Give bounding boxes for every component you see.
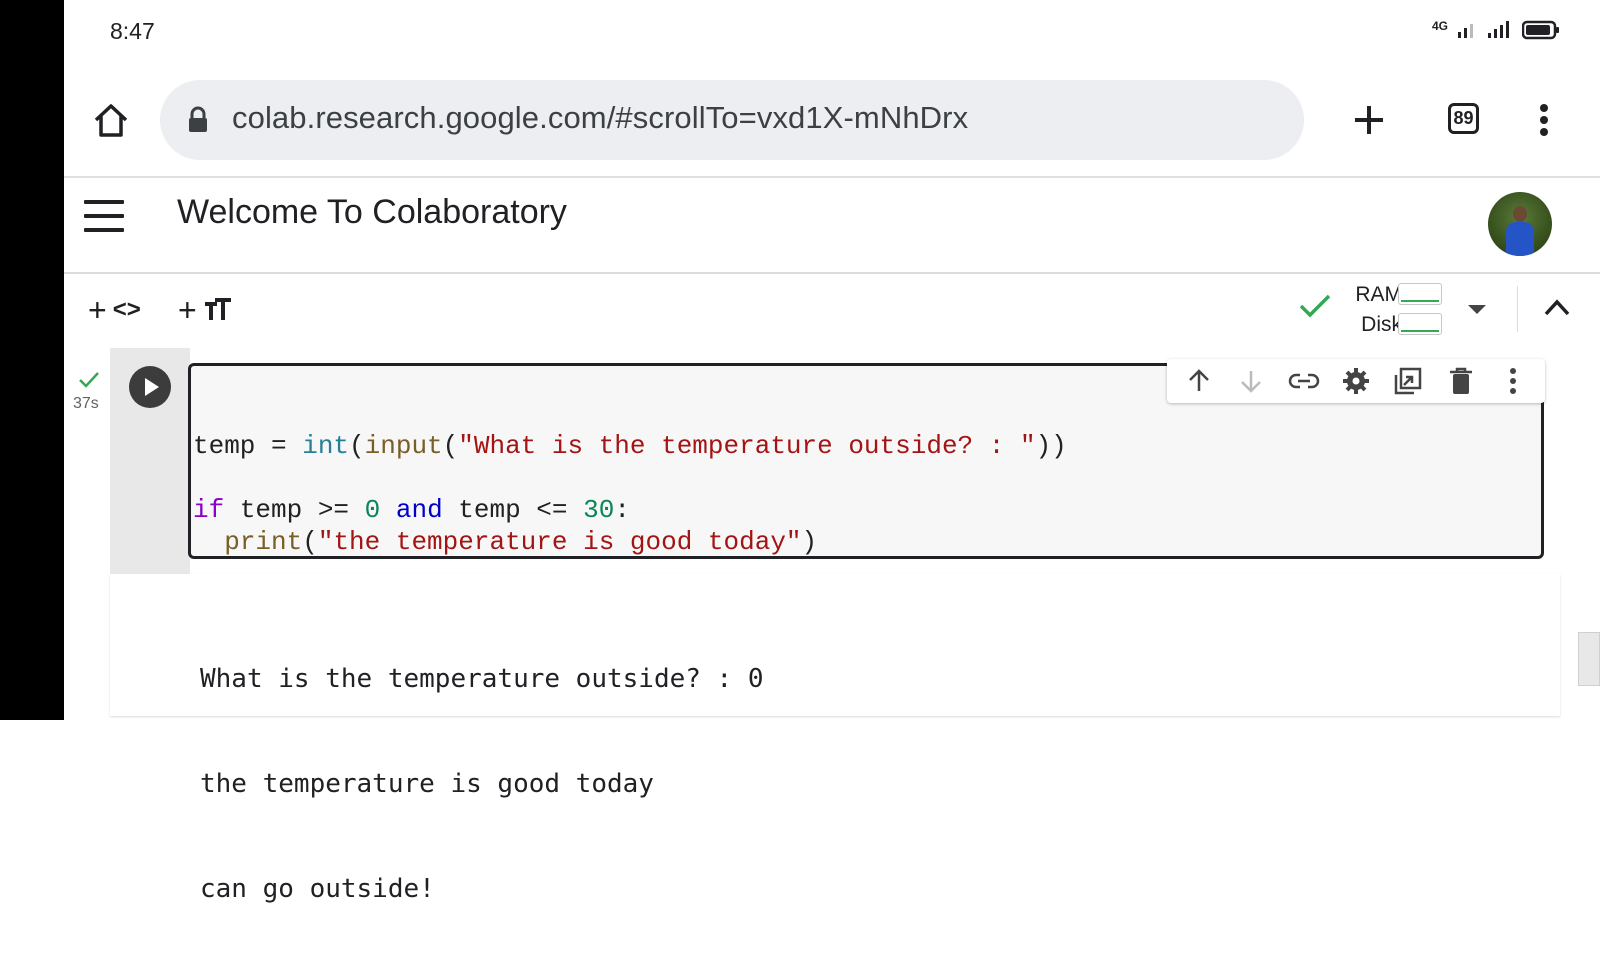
signal-1-icon [1458, 24, 1473, 38]
link-to-cell-button[interactable] [1286, 363, 1322, 399]
output-line: What is the temperature outside? : 0 [200, 664, 764, 694]
output-line: can go outside! [200, 874, 435, 904]
dot [1540, 116, 1548, 124]
signal-2-icon [1488, 21, 1509, 38]
execution-time: 37s [73, 395, 99, 412]
plus-icon: + [178, 292, 197, 328]
text-format-icon [204, 298, 231, 320]
tab-switcher-button[interactable]: 89 [1448, 103, 1479, 134]
lock-icon [189, 106, 207, 132]
ram-label: RAM [1355, 283, 1402, 306]
code-block[interactable]: temp = int(input("What is the temperatur… [193, 398, 1067, 559]
mirror-cell-icon [1395, 367, 1422, 395]
code-icon: <> [112, 296, 141, 323]
home-icon [94, 104, 128, 137]
battery-icon [1522, 20, 1559, 40]
arrow-down-icon [1241, 371, 1262, 393]
cell-output: What is the temperature outside? : 0 the… [110, 574, 1560, 904]
resource-labels[interactable]: RAM Disk [1342, 280, 1402, 340]
more-vert-icon [1509, 368, 1516, 394]
avatar[interactable] [1488, 192, 1552, 256]
toolbar-divider [64, 272, 1600, 274]
gear-icon [1342, 368, 1369, 394]
menu-line [84, 228, 124, 232]
network-type-label: 4G [1431, 19, 1448, 33]
code-line: print("the temperature is good today") [224, 527, 818, 557]
ram-usage-bar [1398, 283, 1442, 305]
disk-usage-bar [1398, 313, 1442, 335]
disk-label: Disk [1361, 313, 1402, 336]
output-text: What is the temperature outside? : 0 the… [200, 592, 764, 977]
code-line: temp = int(input("What is the temperatur… [193, 431, 1067, 461]
notebook-title[interactable]: Welcome To Colaboratory [177, 193, 567, 232]
avatar-body [1506, 222, 1534, 256]
code-line: if temp >= 0 and temp <= 30: [193, 495, 630, 525]
plus-icon: + [88, 292, 107, 328]
arrow-up-icon [1189, 369, 1210, 391]
plus-icon [1355, 106, 1383, 134]
code-line: print("can go outside!") [193, 558, 1067, 559]
avatar-head [1513, 206, 1527, 222]
output-line: the temperature is good today [200, 769, 654, 799]
add-code-cell-button[interactable]: + <> [88, 292, 141, 328]
url-bar[interactable]: colab.research.google.com/#scrollTo=vxd1… [160, 80, 1304, 160]
run-cell-button[interactable] [129, 366, 171, 408]
trash-icon [1449, 367, 1472, 394]
url-text: colab.research.google.com/#scrollTo=vxd1… [232, 100, 969, 135]
toolbar-separator [1517, 286, 1518, 332]
connected-check-icon [1299, 294, 1331, 318]
play-icon [145, 378, 159, 396]
mirror-cell-button[interactable] [1390, 363, 1426, 399]
move-cell-down-button[interactable] [1233, 363, 1269, 399]
dot [1540, 104, 1548, 112]
hamburger-menu-button[interactable] [84, 200, 124, 232]
header-divider [64, 176, 1600, 178]
delete-cell-button[interactable] [1443, 363, 1479, 399]
hamburger-menu-icon [84, 200, 124, 204]
status-time: 8:47 [110, 18, 155, 44]
home-button[interactable] [88, 98, 134, 144]
scrollbar-thumb[interactable] [1578, 632, 1600, 686]
cell-settings-button[interactable] [1338, 363, 1374, 399]
status-icons: 4G [1431, 19, 1560, 40]
new-tab-button[interactable] [1349, 100, 1389, 140]
link-icon [1288, 373, 1319, 389]
add-text-cell-button[interactable]: + [178, 292, 233, 328]
dot [1540, 128, 1548, 136]
cell-toolbar [1167, 359, 1545, 403]
move-cell-up-button[interactable] [1181, 363, 1217, 399]
cell-more-button[interactable] [1495, 363, 1531, 399]
left-edge-strip [0, 0, 64, 720]
chevron-up-icon[interactable] [1542, 296, 1572, 318]
execution-check-icon [79, 372, 99, 388]
browser-menu-button[interactable] [1534, 100, 1554, 140]
chevron-down-icon[interactable] [1468, 305, 1486, 314]
menu-line [84, 214, 124, 218]
